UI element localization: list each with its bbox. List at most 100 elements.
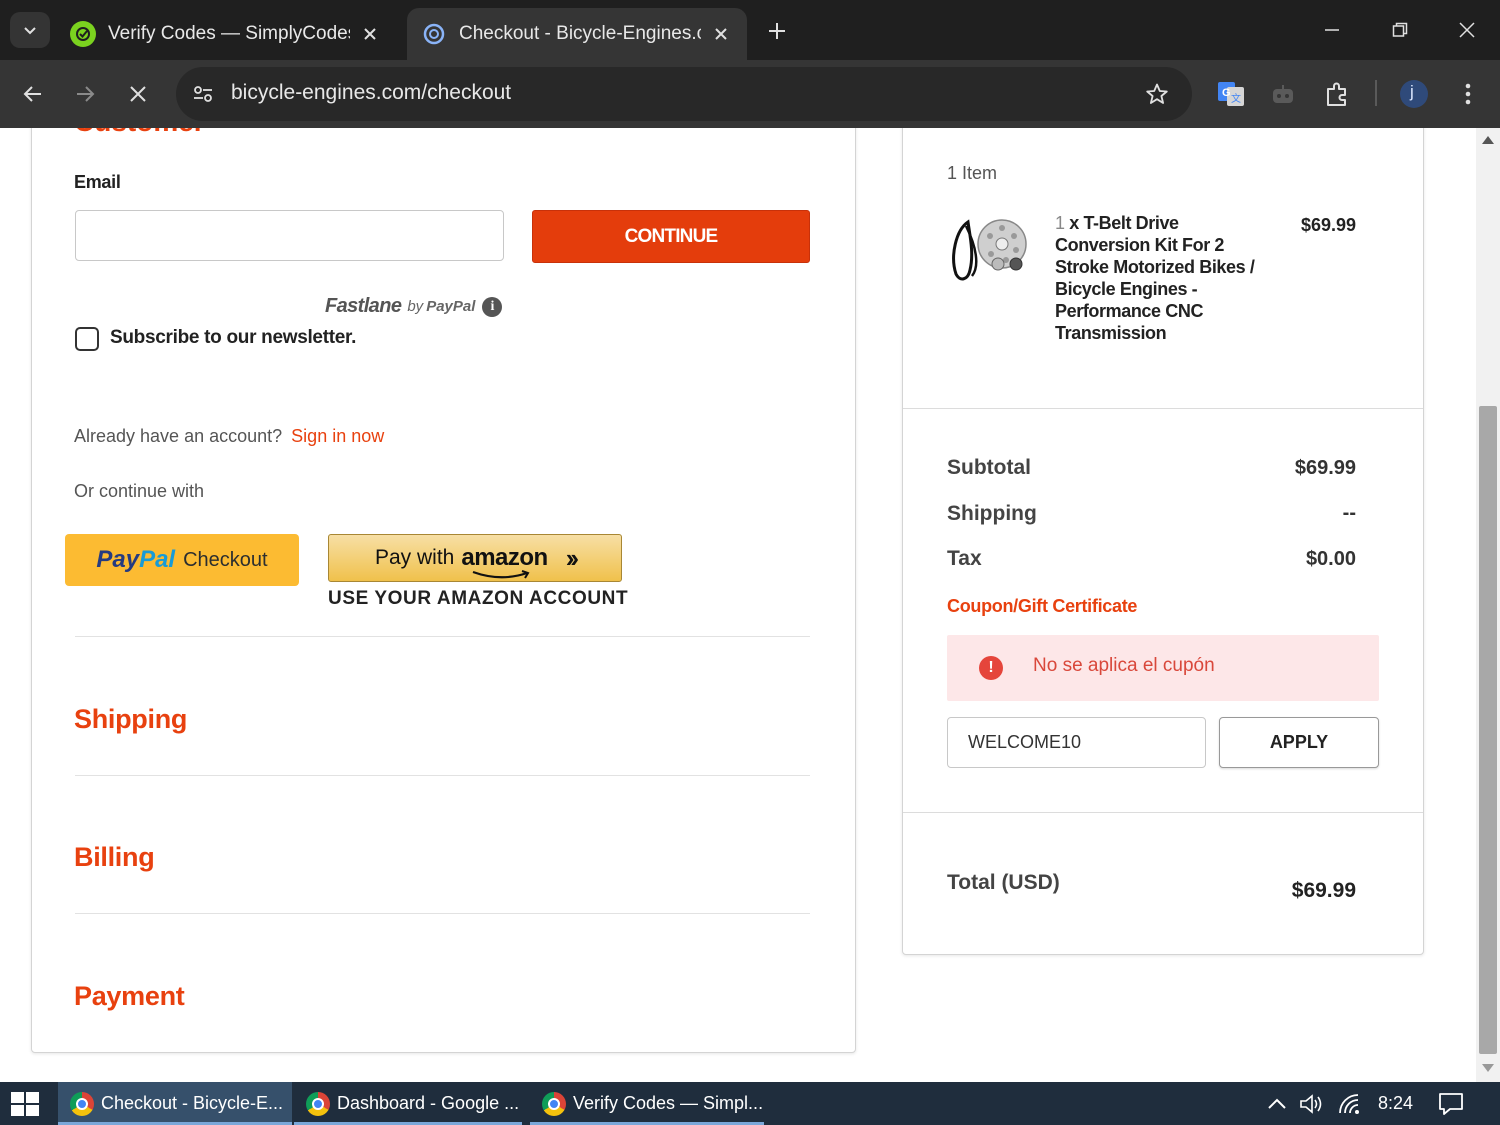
google-translate-icon[interactable]: G文 [1215,78,1247,110]
chrome-icon [542,1091,566,1116]
url-text[interactable]: bicycle-engines.com/checkout [231,81,511,105]
newsletter-label[interactable]: Subscribe to our newsletter. [110,327,356,349]
address-bar[interactable]: bicycle-engines.com/checkout [176,67,1192,121]
amazon-logo: amazon [461,544,548,579]
notification-center-icon[interactable] [1438,1091,1464,1117]
profile-initial: j [1410,82,1414,101]
back-arrow-icon [23,86,41,102]
close-icon [130,86,146,102]
checkout-page: Customer Email CONTINUE Fastlane by PayP… [0,128,1476,1082]
newsletter-checkbox[interactable] [75,327,99,351]
shipping-label: Shipping [947,502,1037,525]
stop-loading-button[interactable] [120,76,156,112]
total-label: Total (USD) [947,871,1060,894]
email-label: Email [74,172,121,192]
account-prompt: Already have an account? Sign in now [74,426,384,447]
scroll-down-arrow-icon[interactable] [1482,1064,1494,1072]
amazon-pay-with-text: Pay with [374,546,455,569]
product-thumbnail [952,219,1027,281]
plus-icon [769,23,785,39]
taskbar-item-dashboard[interactable]: Dashboard - Google ... [294,1082,522,1125]
paypal-checkout-label: Checkout [183,548,268,571]
minimize-button[interactable] [1312,12,1352,48]
tab-title: Checkout - Bicycle-Engines.com [459,23,701,44]
close-icon [1459,22,1475,38]
volume-icon[interactable] [1299,1091,1325,1117]
wifi-icon[interactable] [1337,1091,1363,1117]
windows-taskbar: Checkout - Bicycle-E... Dashboard - Goog… [0,1082,1500,1125]
scroll-up-arrow-icon[interactable] [1482,136,1494,144]
paypal-logo-pal: Pal [139,546,176,573]
shipping-heading[interactable]: Shipping [74,704,187,735]
back-button[interactable] [15,76,51,112]
section-divider [75,636,810,637]
toolbar-divider [1375,80,1377,106]
browser-menu-icon[interactable] [1452,78,1484,110]
minimize-icon [1325,29,1339,31]
coupon-error-alert: ! No se aplica el cupón [947,635,1379,701]
extensions-puzzle-icon[interactable] [1321,78,1353,110]
taskbar-item-checkout[interactable]: Checkout - Bicycle-E... [58,1082,292,1125]
tab-checkout[interactable]: Checkout - Bicycle-Engines.com [407,8,747,60]
close-tab-icon[interactable] [709,22,733,46]
paypal-checkout-button[interactable]: Pay Pal Checkout [65,534,299,586]
billing-heading[interactable]: Billing [74,842,155,873]
restore-icon [1392,22,1408,37]
scroll-thumb[interactable] [1479,406,1497,1054]
close-window-button[interactable] [1447,12,1487,48]
profile-avatar[interactable]: j [1398,78,1430,110]
product-quantity: 1 [1055,213,1065,233]
customer-heading: Customer [74,128,205,138]
product-name: 1 x T-Belt Drive Conversion Kit For 2 St… [1055,212,1265,344]
account-prompt-text: Already have an account? [74,426,283,446]
coupon-toggle-link[interactable]: Coupon/Gift Certificate [947,596,1137,617]
apply-coupon-button[interactable]: APPLY [1219,717,1379,768]
fastlane-by-paypal: Fastlane by PayPal i [325,295,503,318]
fastlane-paypal-text: PayPal [426,298,476,315]
coupon-error-text: No se aplica el cupón [1033,655,1215,676]
subtotal-label: Subtotal [947,456,1031,479]
simplycodes-favicon-icon [70,21,96,47]
total-value: $69.99 [1291,879,1356,902]
forward-button[interactable] [67,76,103,112]
site-settings-icon[interactable] [188,79,218,109]
taskbar-clock[interactable]: 8:24 [1378,1093,1413,1114]
browser-toolbar: bicycle-engines.com/checkout G文 j [0,60,1500,128]
loading-favicon-icon [421,21,447,47]
section-divider [75,775,810,776]
tab-verify-codes[interactable]: Verify Codes — SimplyCodes [56,8,396,60]
product-price: $69.99 [1300,215,1356,235]
tab-title: Verify Codes — SimplyCodes [108,23,350,44]
extension-robot-icon[interactable] [1267,78,1299,110]
email-field[interactable] [75,210,504,261]
amazon-logo-text: amazon [461,544,548,571]
windows-start-icon[interactable] [10,1091,40,1117]
section-divider [75,913,810,914]
shipping-value: -- [1342,502,1356,524]
double-chevron-right-icon: ›› [565,542,579,573]
amazon-pay-button[interactable]: Pay with amazon ›› [328,534,622,582]
browser-tab-bar: Verify Codes — SimplyCodes Checkout - Bi… [0,0,1500,60]
subtotal-value: $69.99 [1294,457,1356,479]
svg-text:G: G [1222,87,1231,99]
restore-button[interactable] [1380,12,1420,48]
tray-chevron-up-icon[interactable] [1264,1091,1290,1117]
sign-in-link[interactable]: Sign in now [291,426,384,446]
tab-search-button[interactable] [10,12,50,48]
info-icon[interactable]: i [482,296,503,317]
taskbar-item-label: Verify Codes — Simpl... [573,1093,764,1113]
new-tab-button[interactable] [760,14,794,48]
payment-heading[interactable]: Payment [74,981,185,1012]
or-continue-text: Or continue with [74,481,205,501]
taskbar-item-verify-codes[interactable]: Verify Codes — Simpl... [530,1082,764,1125]
tax-value: $0.00 [1305,548,1356,570]
fastlane-by-text: by [407,298,424,315]
chrome-icon [70,1091,94,1116]
error-icon: ! [979,656,1003,680]
close-tab-icon[interactable] [358,22,382,46]
continue-button[interactable]: CONTINUE [532,210,810,263]
summary-divider [903,408,1423,409]
bookmark-star-icon[interactable] [1142,79,1172,109]
page-scrollbar[interactable] [1476,128,1500,1082]
coupon-code-input[interactable] [947,717,1206,768]
